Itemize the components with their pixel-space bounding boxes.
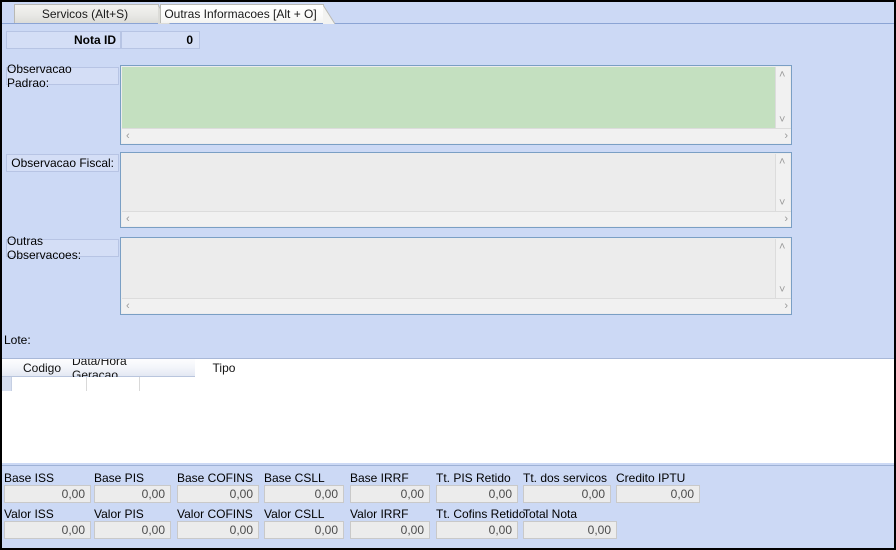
field-base-irrf: Base IRRF 0,00 [350, 471, 430, 503]
field-base-cofins: Base COFINS 0,00 [177, 471, 259, 503]
field-tt-cofins-retido: Tt. Cofins Retido 0,00 [436, 507, 526, 539]
observacao-padrao-text[interactable] [122, 67, 775, 129]
scroll-right-icon[interactable]: › [784, 131, 788, 142]
observacao-fiscal-vscrollbar[interactable]: ˄ ˅ [775, 154, 790, 212]
field-base-iss-input[interactable]: 0,00 [4, 485, 91, 503]
field-base-csll: Base CSLL 0,00 [264, 471, 344, 503]
field-valor-pis: Valor PIS 0,00 [94, 507, 171, 539]
observacao-padrao-memo[interactable]: ˄ ˅ ‹ › [120, 65, 792, 145]
scroll-up-icon[interactable]: ˄ [779, 157, 785, 168]
observacao-padrao-label: Observacao Padrao: [6, 62, 119, 90]
field-base-csll-input[interactable]: 0,00 [264, 485, 344, 503]
tab-servicos[interactable]: Servicos (Alt+S) [14, 4, 170, 24]
field-valor-iss: Valor ISS 0,00 [4, 507, 91, 539]
field-valor-pis-label: Valor PIS [94, 507, 144, 521]
field-base-iss: Base ISS 0,00 [4, 471, 91, 503]
tab-servicos-label: Servicos (Alt+S) [41, 7, 129, 21]
grid-column-header-data-hora-geracao[interactable]: Data/Hora Geracao [72, 359, 174, 382]
outras-observacoes-memo[interactable]: ˄ ˅ ‹ › [120, 237, 792, 315]
observacao-fiscal-hscrollbar[interactable]: ‹ › [122, 211, 791, 226]
observacao-padrao-hscrollbar[interactable]: ‹ › [122, 128, 791, 143]
tab-outras-informacoes-label: Outras Informacoes [Alt + O] [164, 7, 317, 21]
outras-observacoes-label: Outras Observacoes: [6, 234, 119, 262]
field-total-nota-input[interactable]: 0,00 [523, 521, 617, 539]
field-valor-cofins: Valor COFINS 0,00 [177, 507, 259, 539]
outras-observacoes-text[interactable] [122, 239, 775, 299]
tab-outras-informacoes[interactable]: Outras Informacoes [Alt + O] [160, 4, 335, 24]
field-valor-irrf: Valor IRRF 0,00 [350, 507, 430, 539]
lote-label: Lote: [4, 333, 31, 347]
field-credito-iptu-input[interactable]: 0,00 [616, 485, 700, 503]
field-valor-csll-input[interactable]: 0,00 [264, 521, 344, 539]
field-base-cofins-label: Base COFINS [177, 471, 254, 485]
observacao-fiscal-label: Observacao Fiscal: [6, 154, 119, 172]
grid-column-header-tipo[interactable]: Tipo [174, 359, 274, 376]
field-valor-cofins-label: Valor COFINS [177, 507, 253, 521]
field-base-pis-input[interactable]: 0,00 [94, 485, 171, 503]
field-valor-csll-label: Valor CSLL [264, 507, 325, 521]
field-valor-pis-input[interactable]: 0,00 [94, 521, 171, 539]
observacao-fiscal-text[interactable] [122, 154, 775, 212]
nota-id-label: Nota ID [6, 31, 121, 49]
scroll-left-icon[interactable]: ‹ [126, 301, 130, 312]
field-tt-pis-retido: Tt. PIS Retido 0,00 [436, 471, 518, 503]
nota-id-row: Nota ID 0 [6, 31, 200, 49]
field-base-pis: Base PIS 0,00 [94, 471, 171, 503]
field-base-pis-label: Base PIS [94, 471, 145, 485]
cell-divider [139, 377, 140, 391]
field-base-csll-label: Base CSLL [264, 471, 325, 485]
scroll-right-icon[interactable]: › [784, 301, 788, 312]
scroll-down-icon[interactable]: ˅ [779, 115, 785, 126]
tab-slant-right-icon [323, 5, 335, 24]
scroll-up-icon[interactable]: ˄ [779, 242, 785, 253]
field-base-cofins-input[interactable]: 0,00 [177, 485, 259, 503]
field-valor-csll: Valor CSLL 0,00 [264, 507, 344, 539]
scroll-up-icon[interactable]: ˄ [779, 70, 785, 81]
field-valor-iss-input[interactable]: 0,00 [4, 521, 91, 539]
observacao-padrao-vscrollbar[interactable]: ˄ ˅ [775, 67, 790, 129]
field-tt-cofins-retido-input[interactable]: 0,00 [436, 521, 518, 539]
lote-grid[interactable]: Codigo Data/Hora Geracao Tipo [2, 358, 894, 463]
nota-fiscal-window: Servicos (Alt+S) Outras Informacoes [Alt… [0, 0, 896, 550]
field-tt-pis-retido-input[interactable]: 0,00 [436, 485, 518, 503]
scroll-left-icon[interactable]: ‹ [126, 214, 130, 225]
observacao-fiscal-memo[interactable]: ˄ ˅ ‹ › [120, 152, 792, 228]
scroll-right-icon[interactable]: › [784, 214, 788, 225]
field-tt-dos-servicos: Tt. dos servicos 0,00 [523, 471, 611, 503]
field-total-nota-label: Total Nota [523, 507, 578, 521]
field-credito-iptu-label: Credito IPTU [616, 471, 686, 485]
lote-grid-header: Codigo Data/Hora Geracao Tipo [2, 359, 235, 382]
field-tt-dos-servicos-input[interactable]: 0,00 [523, 485, 611, 503]
cell-divider [86, 377, 87, 391]
field-base-iss-label: Base ISS [4, 471, 55, 485]
tab-strip: Servicos (Alt+S) Outras Informacoes [Alt… [2, 2, 894, 24]
field-valor-iss-label: Valor ISS [4, 507, 54, 521]
field-valor-cofins-input[interactable]: 0,00 [177, 521, 259, 539]
field-total-nota: Total Nota 0,00 [523, 507, 617, 539]
field-base-irrf-label: Base IRRF [350, 471, 409, 485]
field-tt-cofins-retido-label: Tt. Cofins Retido [436, 507, 526, 521]
field-credito-iptu: Credito IPTU 0,00 [616, 471, 700, 503]
table-row[interactable] [2, 377, 195, 391]
field-tt-pis-retido-label: Tt. PIS Retido [436, 471, 511, 485]
scroll-down-icon[interactable]: ˅ [779, 198, 785, 209]
scroll-left-icon[interactable]: ‹ [126, 131, 130, 142]
scroll-down-icon[interactable]: ˅ [779, 285, 785, 296]
nota-id-value: 0 [121, 31, 200, 49]
outras-observacoes-vscrollbar[interactable]: ˄ ˅ [775, 239, 790, 299]
totals-panel: Base ISS 0,00 Base PIS 0,00 Base COFINS … [2, 465, 894, 548]
field-valor-irrf-label: Valor IRRF [350, 507, 409, 521]
field-base-irrf-input[interactable]: 0,00 [350, 485, 430, 503]
outras-observacoes-hscrollbar[interactable]: ‹ › [122, 298, 791, 313]
grid-column-header-codigo[interactable]: Codigo [12, 359, 72, 376]
field-valor-irrf-input[interactable]: 0,00 [350, 521, 430, 539]
field-tt-dos-servicos-label: Tt. dos servicos [523, 471, 608, 485]
row-indicator[interactable] [2, 377, 12, 391]
